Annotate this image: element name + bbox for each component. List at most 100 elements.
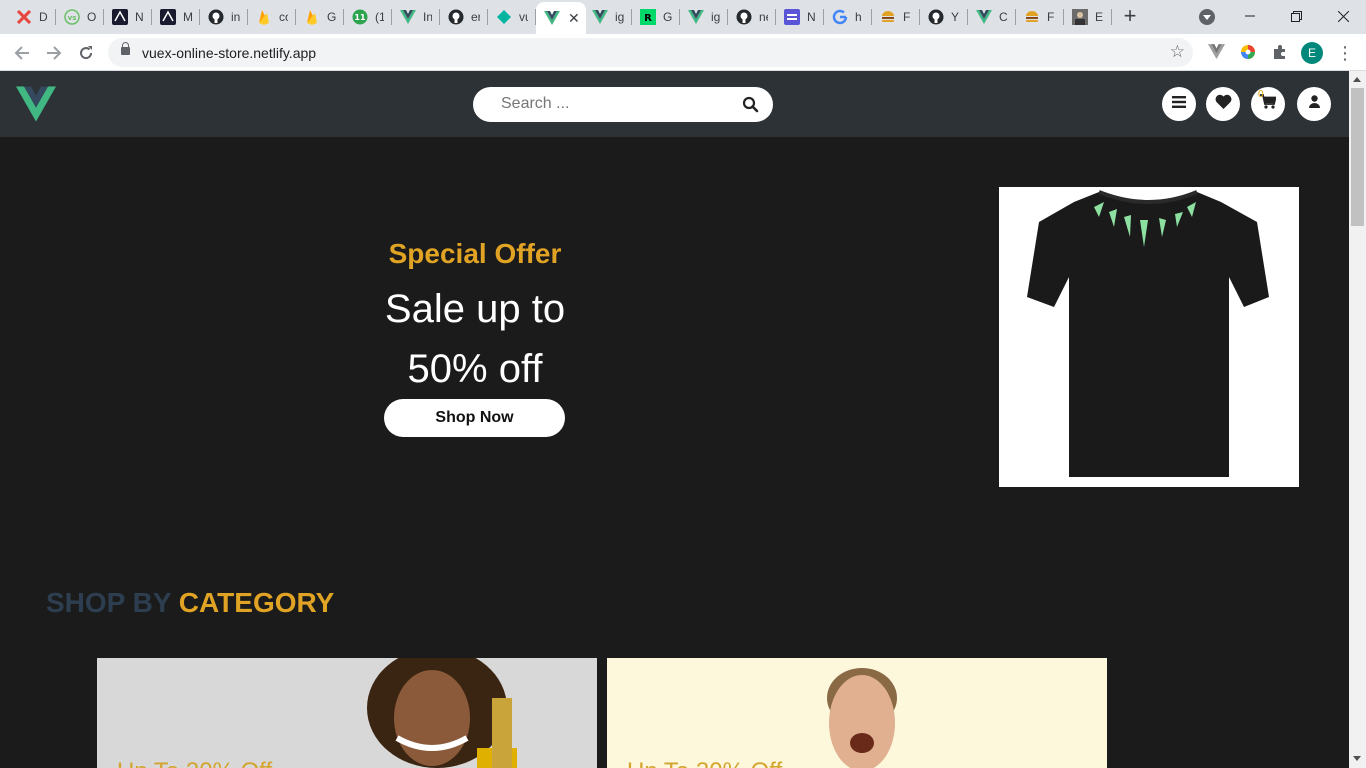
browser-tab[interactable]: ig <box>680 4 720 30</box>
browser-tab[interactable]: vs O <box>56 4 96 30</box>
vue-shop-icon: vs <box>64 9 80 25</box>
browser-tab[interactable]: E <box>1064 4 1104 30</box>
woman-shopping-image <box>367 658 517 768</box>
search-bar[interactable] <box>473 87 773 122</box>
browser-tab[interactable]: ig <box>584 4 624 30</box>
browser-tab[interactable]: vu <box>488 4 528 30</box>
browser-tab[interactable]: Y <box>920 4 960 30</box>
browser-tab[interactable]: N <box>104 4 144 30</box>
category-card-women[interactable]: Up To 30% Off <box>97 658 597 768</box>
browser-tab[interactable]: M <box>152 4 192 30</box>
tab-search-icon[interactable] <box>1199 9 1215 25</box>
browser-tab[interactable]: N <box>776 4 816 30</box>
diamond-icon <box>496 9 512 25</box>
address-bar[interactable]: vuex-online-store.netlify.app ☆ <box>108 38 1193 67</box>
browser-tab[interactable]: in <box>200 4 240 30</box>
shop-by-category-heading: SHOP BY CATEGORY <box>46 587 334 619</box>
category-card-men[interactable]: Up To 30% Off <box>607 658 1107 768</box>
site-header: 0 <box>0 71 1349 137</box>
vue-devtools-icon[interactable] <box>1208 44 1225 61</box>
tab-title: h <box>855 10 862 24</box>
browser-tab[interactable]: h <box>824 4 864 30</box>
search-icon[interactable] <box>742 96 759 113</box>
scroll-thumb[interactable] <box>1351 88 1364 226</box>
vue-logo-icon[interactable] <box>16 86 56 122</box>
svg-text:vs: vs <box>68 14 77 22</box>
reload-button[interactable] <box>74 41 98 65</box>
account-button[interactable] <box>1297 87 1331 121</box>
man-smiling-image <box>827 668 897 768</box>
category-title-part2: CATEGORY <box>178 587 335 618</box>
tab-separator <box>1111 9 1112 25</box>
browser-tab[interactable]: G <box>296 4 336 30</box>
cart-count-badge: 0 <box>1258 89 1264 100</box>
color-picker-icon[interactable] <box>1240 44 1257 61</box>
vue-icon <box>976 9 992 25</box>
tab-title: F <box>1047 10 1055 24</box>
lock-icon <box>121 42 130 55</box>
browser-tab[interactable]: F <box>1016 4 1056 30</box>
browser-tab[interactable]: F <box>872 4 912 30</box>
browser-tab[interactable]: ne <box>728 4 768 30</box>
minimize-button[interactable] <box>1227 0 1273 32</box>
github-icon <box>736 9 752 25</box>
tab-title: N <box>807 10 816 24</box>
nextjs-icon <box>112 9 128 25</box>
browser-menu-icon[interactable]: ⋮ <box>1336 41 1354 65</box>
tab-title: in <box>231 10 240 24</box>
x-logo-icon <box>16 9 32 25</box>
tshirt-product-image[interactable] <box>999 187 1299 487</box>
profile-avatar[interactable]: E <box>1301 42 1323 64</box>
tab-title: ig <box>615 10 624 24</box>
vue-icon <box>688 9 704 25</box>
scroll-up-arrow-icon[interactable] <box>1353 77 1361 82</box>
browser-tab[interactable]: 11 (1 <box>344 4 384 30</box>
browser-tab-strip: DvsONMincoG11(1Inervu ✕ igRGigneNhFYCFE … <box>0 0 1366 34</box>
burger-icon <box>880 9 896 25</box>
svg-text:R: R <box>644 13 652 24</box>
github-icon <box>208 9 224 25</box>
browser-tab[interactable]: In <box>392 4 432 30</box>
close-tab-icon[interactable]: ✕ <box>568 10 580 27</box>
new-tab-button[interactable]: + <box>1118 5 1142 29</box>
wishlist-button[interactable] <box>1206 87 1240 121</box>
back-button[interactable] <box>10 41 34 65</box>
tab-title: C <box>999 10 1008 24</box>
tab-title: In <box>423 10 432 24</box>
extensions-puzzle-icon[interactable] <box>1272 44 1289 61</box>
web-page: 0 Special Offer Sale up to 50% off Shop … <box>0 71 1349 768</box>
tab-title: D <box>39 10 48 24</box>
shop-now-button[interactable]: Shop Now <box>384 399 565 437</box>
github-icon <box>448 9 464 25</box>
scroll-down-arrow-icon[interactable] <box>1353 756 1361 761</box>
netlify-icon <box>784 9 800 25</box>
svg-text:11: 11 <box>354 13 366 22</box>
menu-button[interactable] <box>1162 87 1196 121</box>
browser-tab[interactable]: RG <box>632 4 672 30</box>
card-discount-label: Up To 30% Off <box>627 758 782 768</box>
tab-title: M <box>183 10 192 24</box>
close-window-button[interactable] <box>1320 0 1366 32</box>
cart-button[interactable]: 0 <box>1251 87 1285 121</box>
page-scrollbar[interactable] <box>1349 71 1366 768</box>
tab-title: G <box>327 10 336 24</box>
active-tab[interactable]: ✕ <box>536 2 586 34</box>
forward-button[interactable] <box>42 41 66 65</box>
search-input[interactable] <box>501 94 721 114</box>
tab-title: er <box>471 10 480 24</box>
tab-title: co <box>279 10 288 24</box>
tab-title: ig <box>711 10 720 24</box>
sale-text-line1: Sale up to <box>384 287 566 331</box>
browser-tab[interactable]: er <box>440 4 480 30</box>
tab-title: Y <box>951 10 960 24</box>
browser-tab[interactable]: D <box>8 4 48 30</box>
bookmark-star-icon[interactable]: ☆ <box>1170 42 1185 62</box>
menu-bars-icon <box>1172 95 1186 113</box>
rk-icon: R <box>640 9 656 25</box>
heart-icon <box>1215 94 1232 114</box>
restore-button[interactable] <box>1273 0 1319 32</box>
tab-title: ne <box>759 10 768 24</box>
browser-tab[interactable]: C <box>968 4 1008 30</box>
browser-tab[interactable]: co <box>248 4 288 30</box>
portrait-icon <box>1072 9 1088 25</box>
